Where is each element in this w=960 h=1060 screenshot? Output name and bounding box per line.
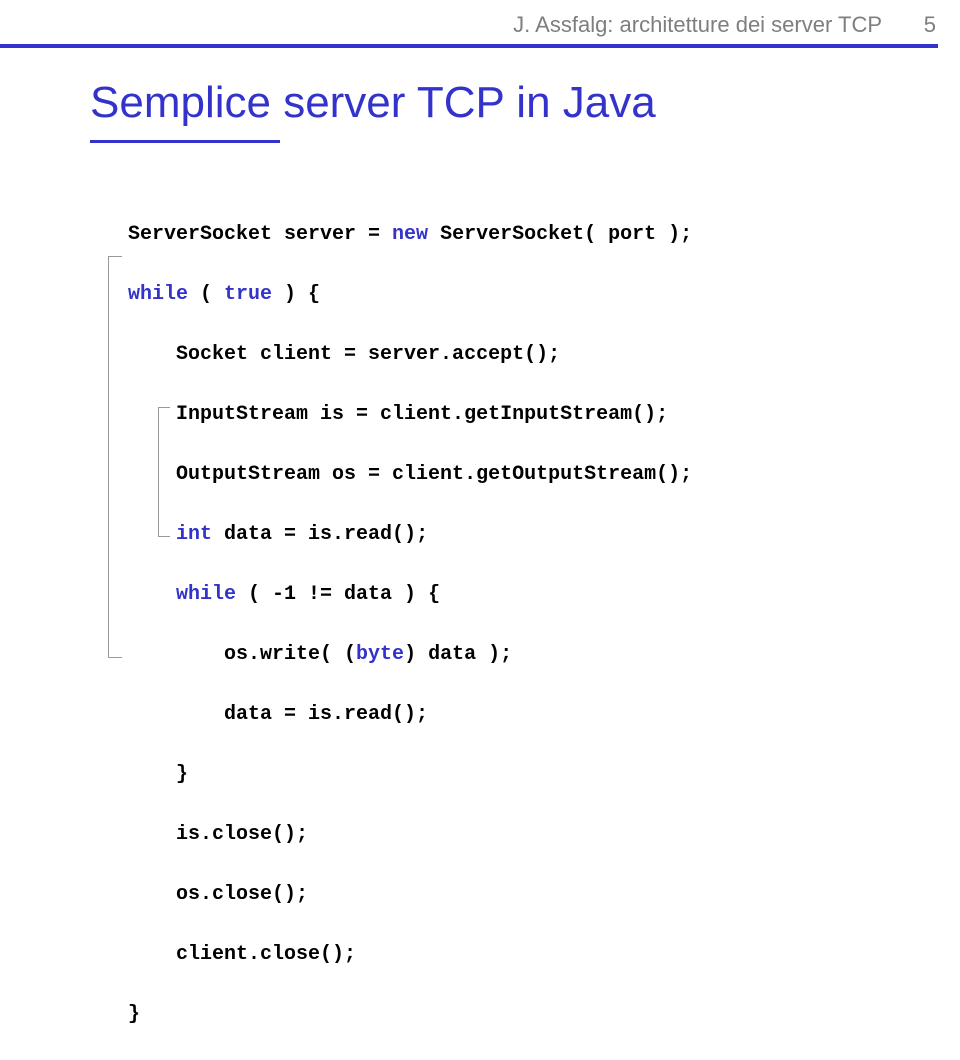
- code-line: while ( -1 != data ) {: [128, 580, 692, 610]
- code-line: os.write( (byte) data );: [128, 640, 692, 670]
- code-line: is.close();: [128, 820, 692, 850]
- code-block: ServerSocket server = new ServerSocket( …: [128, 190, 692, 1060]
- page-header: J. Assfalg: architetture dei server TCP …: [513, 12, 936, 38]
- code-line: InputStream is = client.getInputStream()…: [128, 400, 692, 430]
- header-rule: [0, 44, 938, 48]
- code-line: int data = is.read();: [128, 520, 692, 550]
- code-line: while ( true ) {: [128, 280, 692, 310]
- code-bracket-outer: [108, 256, 122, 658]
- code-line: OutputStream os = client.getOutputStream…: [128, 460, 692, 490]
- code-line: data = is.read();: [128, 700, 692, 730]
- code-line: ServerSocket server = new ServerSocket( …: [128, 220, 692, 250]
- code-line: client.close();: [128, 940, 692, 970]
- title-underline: [90, 140, 280, 143]
- code-line: }: [128, 760, 692, 790]
- code-line: os.close();: [128, 880, 692, 910]
- slide-title: Semplice server TCP in Java: [90, 78, 656, 128]
- page-number: 5: [924, 12, 936, 37]
- code-line: }: [128, 1000, 692, 1030]
- code-line: Socket client = server.accept();: [128, 340, 692, 370]
- header-text: J. Assfalg: architetture dei server TCP: [513, 12, 881, 37]
